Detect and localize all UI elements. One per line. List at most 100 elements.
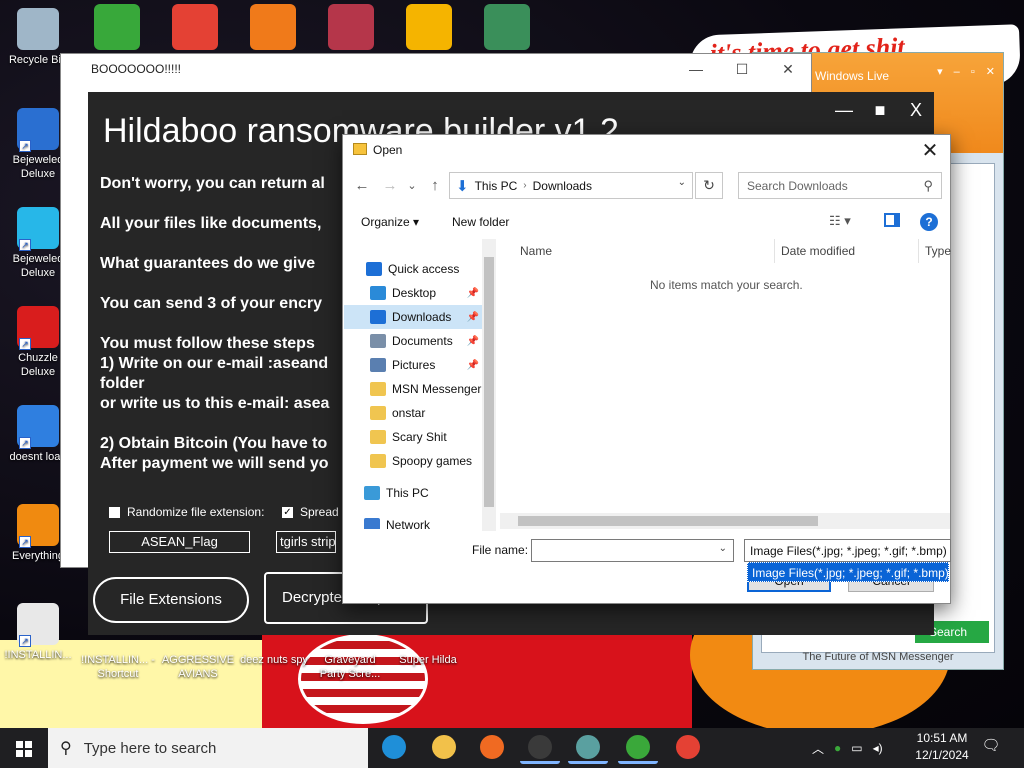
ransom-close-button[interactable]: X [898,92,934,128]
refresh-button[interactable]: ↻ [695,172,723,199]
search-downloads-input[interactable]: Search Downloads ⚲ [738,172,942,199]
nav-item[interactable]: Downloads 📌 [344,305,483,329]
open-file-dialog[interactable]: Open ✕ ← → ⌄ ↑ ⬇ This PC › Downloads ⌄ ↻… [342,134,951,604]
winrar-icon[interactable] [328,4,374,50]
nav-item-label: Scary Shit [392,430,447,444]
msn-messenger-icon-taskbar-button[interactable] [618,732,658,764]
document-icon: ↗ [17,603,59,647]
nav-item[interactable]: onstar [344,401,483,425]
view-options-icon[interactable]: ☷ ▾ [829,213,851,229]
nav-item-label: This PC [386,486,429,500]
chrome-icon-taskbar-button[interactable] [668,732,708,764]
nav-item-label: Desktop [392,286,437,300]
game-character-icon[interactable] [484,4,530,50]
msn-messenger-icon[interactable] [94,4,140,50]
chrome-icon [676,735,700,759]
forward-arrow-icon[interactable]: → [379,175,401,197]
desktop-shortcut[interactable]: AGGRESSIVE AVIANS [160,640,236,681]
msn-window-controls[interactable]: ▾ – ▫ ✕ [937,65,999,78]
nav-item[interactable]: Network [344,513,483,529]
pictures-icon [370,358,386,372]
windows-shield-icon[interactable] [406,4,452,50]
ransom-text-line: 1) Write on our e-mail :aseand [100,355,329,372]
shortcut-arrow-icon: ↗ [19,338,31,350]
nav-item[interactable]: Quick access [344,257,483,281]
nav-item[interactable]: Scary Shit [344,425,483,449]
downloads-icon [370,310,386,324]
recent-locations-icon[interactable]: ⌄ [401,175,423,197]
nav-item[interactable]: Spoopy games [344,449,483,473]
nav-item-label: Documents [392,334,453,348]
paint-p-icon[interactable] [250,4,296,50]
ransom-text-line: You must follow these steps [100,335,315,352]
address-bar[interactable]: ⬇ This PC › Downloads ⌄ [449,172,693,199]
extension-input[interactable]: ASEAN_Flag [109,531,250,553]
clock[interactable]: 10:51 AM 12/1/2024 [905,730,979,764]
scroll-thumb[interactable] [484,257,494,507]
column-header: Name Date modified Type [500,239,951,263]
file-explorer-icon-taskbar-button[interactable] [424,732,464,764]
volume-icon[interactable]: ◂) [873,741,883,755]
ransom-text-line: or write us to this e-mail: asea [100,395,330,412]
close-button[interactable]: ✕ [765,54,811,84]
horizontal-scrollbar[interactable] [500,513,950,529]
chrome-icon[interactable] [172,4,218,50]
chevron-down-icon[interactable]: ⌄ [678,177,686,188]
windows-logo-icon [16,741,32,757]
maximize-button[interactable]: ☐ [719,54,765,84]
network-icon[interactable]: ▭ [851,741,862,755]
desktop-shortcut[interactable]: deez nuts spy [236,640,312,667]
msn-title: Windows Live [815,69,890,83]
back-arrow-icon[interactable]: ← [351,175,373,197]
edge-icon-taskbar-button[interactable] [374,732,414,764]
file-type-filter-select[interactable]: Image Files(*.jpg; *.jpeg; *.gif; *.bmp) [744,539,951,562]
new-folder-button[interactable]: New folder [452,215,509,229]
randomize-extension-checkbox[interactable]: Randomize file extension: [109,505,264,519]
firefox-icon-taskbar-button[interactable] [472,732,512,764]
app-window-icon-taskbar-button[interactable] [568,732,608,764]
navigation-scrollbar[interactable] [482,239,496,531]
nav-item[interactable]: Documents 📌 [344,329,483,353]
shortcut-arrow-icon: ↗ [19,140,31,152]
show-hidden-icons-chevron-icon[interactable]: ︿ [812,740,824,757]
ransom-minimize-button[interactable]: — [826,92,862,128]
breadcrumb-this-pc[interactable]: This PC [475,179,518,193]
file-type-option-selected[interactable]: Image Files(*.jpg; *.jpeg; *.gif; *.bmp) [747,562,949,582]
file-name-input[interactable]: ⌄ [531,539,734,562]
column-date-modified[interactable]: Date modified [781,244,855,258]
minimize-button[interactable]: — [673,54,719,84]
dialog-close-button[interactable]: ✕ [918,138,942,163]
start-button[interactable] [0,728,48,768]
spread-checkbox[interactable]: ✓ Spread [282,505,339,519]
help-icon[interactable]: ? [920,213,938,231]
preview-pane-icon[interactable] [884,213,900,227]
chaos-app-icon-taskbar-button[interactable] [520,732,560,764]
column-type[interactable]: Type [925,244,951,258]
nav-item-label: Quick access [388,262,460,276]
organize-button[interactable]: Organize ▾ [361,215,419,229]
system-tray: ︿ ● ▭ ◂) [812,728,883,768]
nav-item[interactable]: Pictures 📌 [344,353,483,377]
desktop-shortcut[interactable]: ↗ !INSTALLIN... [0,603,76,662]
notification-center-icon[interactable]: 🗨 [980,736,1002,758]
file-extensions-button[interactable]: File Extensions [93,577,249,623]
spread-input[interactable]: tgirls strip [276,531,336,553]
ransom-maximize-button[interactable]: ■ [862,92,898,128]
desktop-shortcut[interactable]: !INSTALLIN... - Shortcut [80,640,156,681]
desktop-shortcut[interactable]: Super Hilda [390,640,466,667]
up-arrow-icon[interactable]: ↑ [424,175,446,197]
msn-tray-icon[interactable]: ● [834,741,841,755]
scroll-thumb[interactable] [518,516,818,526]
network-icon [364,518,380,529]
thunderbird-icon: ↗ [17,405,59,449]
desktop-shortcut[interactable]: Graveyard Party Scre... [312,640,388,681]
nav-item[interactable]: Desktop 📌 [344,281,483,305]
chevron-down-icon[interactable]: ⌄ [719,543,727,554]
checkbox-box[interactable] [109,506,120,518]
column-name[interactable]: Name [520,244,552,258]
breadcrumb-downloads[interactable]: Downloads [533,179,592,193]
checkbox-checked[interactable]: ✓ [282,506,293,518]
nav-item[interactable]: This PC [344,481,483,505]
nav-item[interactable]: MSN Messenger [344,377,483,401]
taskbar-search-box[interactable]: ⚲ Type here to search [48,728,368,768]
